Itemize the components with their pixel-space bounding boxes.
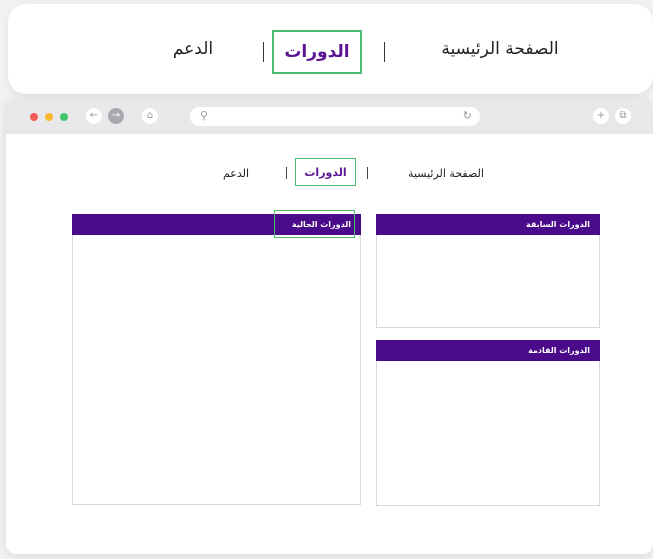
previous-courses-panel: الدورات السابقة	[376, 214, 600, 328]
tabs-icon[interactable]: ⧉	[615, 108, 631, 124]
current-courses-panel: الدورات الحالية	[72, 214, 361, 505]
nav-separator	[384, 42, 385, 62]
nav-separator	[286, 167, 287, 179]
previous-courses-header: الدورات السابقة	[376, 214, 600, 235]
maximize-window-dot[interactable]	[60, 113, 68, 121]
forward-arrow-icon[interactable]: →	[108, 108, 124, 124]
reload-icon[interactable]: ↻	[463, 109, 472, 122]
minimize-window-dot[interactable]	[45, 113, 53, 121]
inner-nav-home-link[interactable]: الصفحة الرئيسية	[396, 164, 496, 182]
current-courses-highlight	[274, 210, 355, 238]
nav-courses-link[interactable]: الدورات	[272, 30, 362, 74]
inner-nav-support-link[interactable]: الدعم	[211, 164, 261, 182]
nav-separator	[263, 42, 264, 62]
search-icon: ⚲	[200, 109, 209, 122]
nav-separator	[367, 167, 368, 179]
new-tab-icon[interactable]: +	[593, 108, 609, 124]
back-arrow-icon[interactable]: ←	[86, 108, 102, 124]
nav-support-link[interactable]: الدعم	[148, 4, 238, 94]
inner-nav-courses-link[interactable]: الدورات	[295, 158, 356, 186]
address-bar[interactable]: ⚲ ↻	[190, 107, 480, 126]
close-window-dot[interactable]	[30, 113, 38, 121]
top-nav-card: الصفحة الرئيسية الدورات الدعم	[8, 4, 653, 94]
browser-window: ← → ⌂ ⚲ ↻ + ⧉ الصفحة الرئيسية الدورات ال…	[6, 98, 653, 554]
home-icon[interactable]: ⌂	[142, 108, 158, 124]
upcoming-courses-header: الدورات القادمة	[376, 340, 600, 361]
browser-toolbar: ← → ⌂ ⚲ ↻ + ⧉	[6, 98, 653, 134]
nav-home-link[interactable]: الصفحة الرئيسية	[420, 4, 580, 94]
upcoming-courses-panel: الدورات القادمة	[376, 340, 600, 506]
